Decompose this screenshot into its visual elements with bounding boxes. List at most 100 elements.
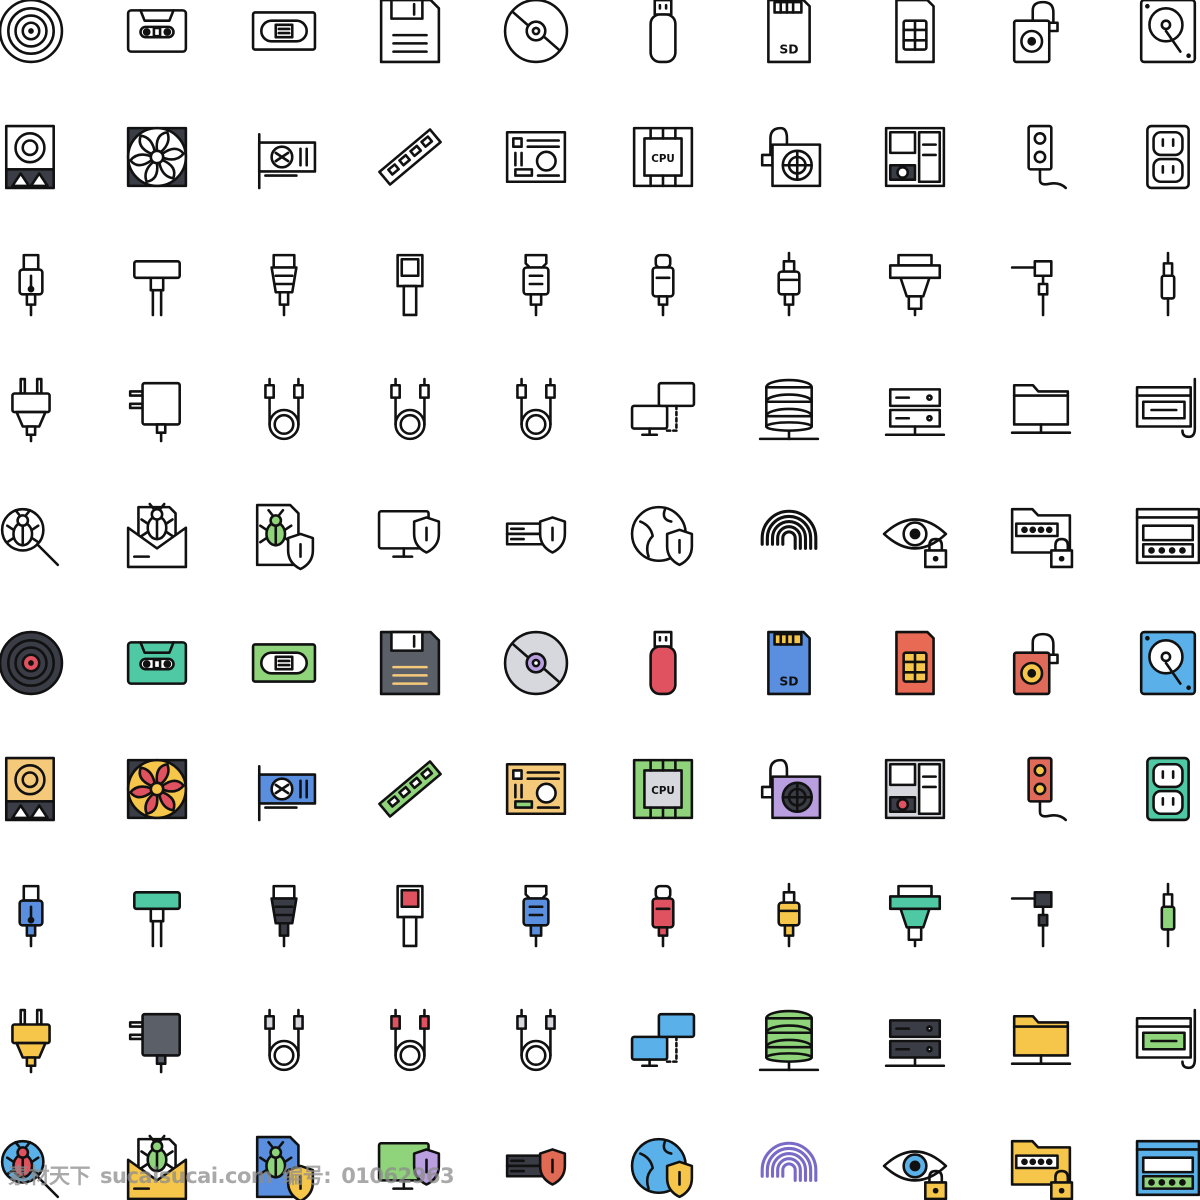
cooling-fan-icon	[124, 756, 190, 822]
sd-card-icon: SD	[756, 0, 822, 64]
speaker-drive-icon	[0, 756, 64, 822]
globe-shield-icon	[630, 1135, 696, 1200]
email-bug-icon	[124, 1134, 190, 1200]
power-supply-icon	[756, 756, 822, 822]
power-strip-icon	[1008, 756, 1074, 822]
power-cable-coil-icon	[251, 1008, 317, 1074]
phishing-window-icon	[1135, 1008, 1200, 1074]
usb-cable-coil-icon	[503, 1008, 569, 1074]
bug-search-icon	[0, 503, 64, 569]
ram-memory-icon	[377, 124, 443, 190]
icon-grid: SD CPU SD CPU 素材天下 sucaisucai.com 编号: 01062963	[0, 0, 1200, 1200]
folder-password-icon	[1008, 503, 1074, 569]
cd-disc-icon	[503, 630, 569, 696]
computer-internals-icon	[882, 756, 948, 822]
power-plug-icon	[0, 1008, 64, 1074]
portable-hard-drive-icon	[1008, 630, 1074, 696]
graphics-card-icon	[251, 756, 317, 822]
vga-cable-icon	[882, 882, 948, 948]
power-adapter-icon	[124, 1008, 190, 1074]
cpu-chip-icon: CPU	[630, 756, 696, 822]
audio-jack-icon	[1135, 882, 1200, 948]
ethernet-cable-coil-icon	[377, 1008, 443, 1074]
power-adapter-icon	[124, 377, 190, 443]
svg-text:SD: SD	[779, 674, 798, 688]
usb-c-cable-icon	[630, 882, 696, 948]
phone-connector-icon	[377, 251, 443, 317]
motherboard-icon	[503, 124, 569, 190]
database-network-icon	[756, 1008, 822, 1074]
vhs-tape-icon	[251, 0, 317, 64]
svg-text:CPU: CPU	[651, 785, 674, 797]
file-bug-shield-icon	[251, 1135, 317, 1200]
speaker-drive-icon	[0, 124, 64, 190]
portable-hard-drive-icon	[1008, 0, 1074, 64]
hdmi-cable-icon	[503, 882, 569, 948]
audio-jack-angled-icon	[1008, 251, 1074, 317]
wall-outlet-icon	[1135, 756, 1200, 822]
ram-memory-icon	[377, 756, 443, 822]
sim-card-icon	[882, 630, 948, 696]
file-bug-shield-icon	[251, 503, 317, 571]
audio-jack-icon	[1135, 251, 1200, 317]
power-cable-coil-icon	[251, 377, 317, 443]
phone-connector-icon	[377, 882, 443, 948]
computer-internals-icon	[882, 124, 948, 190]
hard-disk-icon	[1135, 0, 1200, 64]
hdmi-cable-icon	[503, 251, 569, 317]
phishing-window-icon	[1135, 377, 1200, 443]
cassette-tape-icon	[124, 630, 190, 696]
server-network-icon	[882, 377, 948, 443]
wall-outlet-icon	[1135, 124, 1200, 190]
usb-cable-icon	[0, 251, 64, 317]
usb-flash-drive-icon	[630, 630, 696, 696]
dock-connector-icon	[124, 882, 190, 948]
cd-disc-icon	[503, 0, 569, 64]
cassette-tape-icon	[124, 0, 190, 64]
monitor-shield-icon	[377, 503, 443, 569]
vga-cable-icon	[882, 251, 948, 317]
vhs-tape-icon	[251, 630, 317, 696]
ethernet-connector-icon	[251, 882, 317, 948]
server-shield-icon	[503, 503, 569, 569]
graphics-card-icon	[251, 124, 317, 190]
email-bug-icon	[124, 502, 190, 569]
server-shield-icon	[503, 1135, 569, 1200]
folder-password-icon	[1008, 1135, 1074, 1200]
floppy-disk-icon	[377, 0, 443, 64]
dock-connector-icon	[124, 251, 190, 317]
floppy-disk-icon	[377, 630, 443, 696]
sd-card-icon: SD	[756, 630, 822, 696]
server-network-icon	[882, 1008, 948, 1074]
fingerprint-icon	[756, 1135, 822, 1200]
cpu-chip-icon: CPU	[630, 124, 696, 190]
network-computers-icon	[630, 377, 696, 443]
svg-text:SD: SD	[779, 43, 798, 57]
folder-network-icon	[1008, 377, 1074, 443]
svg-text:CPU: CPU	[651, 153, 674, 165]
usb-cable-icon	[0, 882, 64, 948]
eye-lock-icon	[882, 503, 948, 569]
power-strip-icon	[1008, 124, 1074, 190]
usb-c-cable-icon	[630, 251, 696, 317]
globe-shield-icon	[630, 503, 696, 569]
ethernet-connector-icon	[251, 251, 317, 317]
folder-network-icon	[1008, 1008, 1074, 1074]
password-window-icon	[1135, 503, 1200, 569]
cooling-fan-icon	[124, 124, 190, 190]
power-plug-icon	[0, 377, 64, 443]
vinyl-record-icon	[0, 0, 64, 64]
monitor-shield-icon	[377, 1135, 443, 1200]
password-window-icon	[1135, 1135, 1200, 1200]
rca-cable-icon	[756, 882, 822, 948]
network-computers-icon	[630, 1008, 696, 1074]
ethernet-cable-coil-icon	[377, 377, 443, 443]
bug-search-icon	[0, 1135, 64, 1200]
hard-disk-icon	[1135, 630, 1200, 696]
eye-lock-icon	[882, 1135, 948, 1200]
usb-flash-drive-icon	[630, 0, 696, 64]
audio-jack-angled-icon	[1008, 882, 1074, 948]
rca-cable-icon	[756, 251, 822, 317]
usb-cable-coil-icon	[503, 377, 569, 443]
database-network-icon	[756, 377, 822, 443]
